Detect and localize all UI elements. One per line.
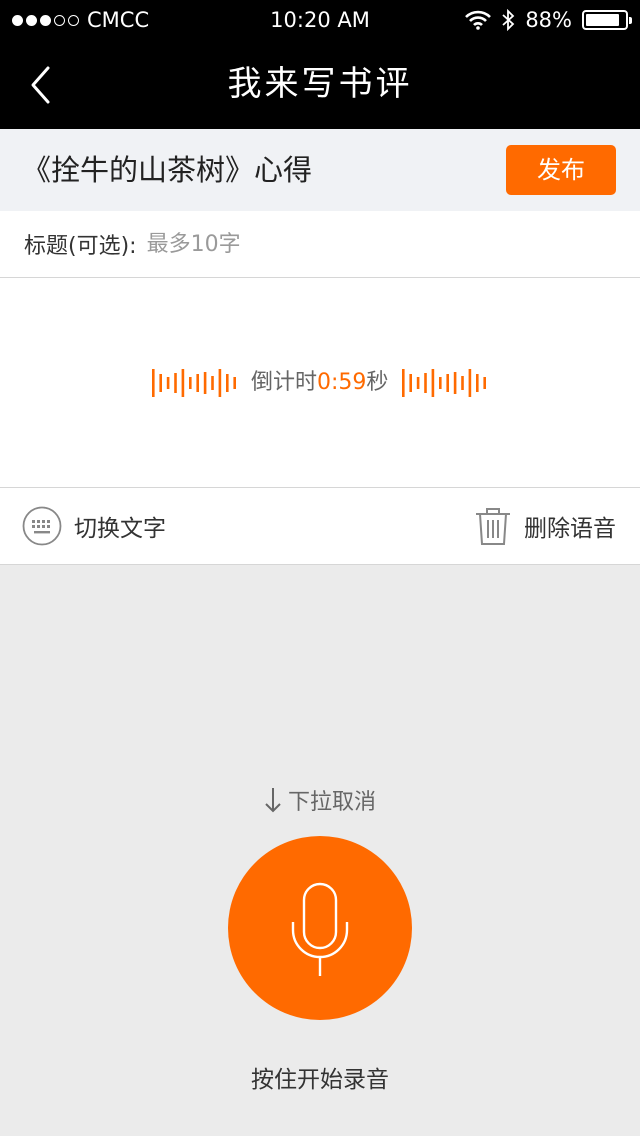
keyboard-icon	[22, 506, 62, 546]
delete-voice-label: 删除语音	[524, 516, 616, 542]
switch-to-text-button[interactable]: 切换文字	[22, 506, 166, 546]
wave-bar	[218, 369, 222, 397]
top-bar: CMCC 10:20 AM 88% 我来写书评	[0, 0, 640, 129]
wave-bar	[431, 369, 435, 397]
countdown-text: 倒计时0:59秒	[251, 368, 388, 398]
wave-bar	[476, 374, 479, 392]
wave-bar	[211, 376, 214, 390]
wave-bar	[483, 377, 486, 389]
write-review-screen: CMCC 10:20 AM 88% 我来写书评 《拴牛的山茶树》心得 发布 标题…	[0, 0, 640, 1136]
pull-to-cancel-label: 下拉取消	[287, 790, 376, 815]
battery-icon	[582, 10, 632, 30]
countdown-suffix: 秒	[366, 370, 389, 395]
hold-to-record-hint: 按住开始录音	[251, 1067, 389, 1093]
pull-to-cancel-hint: 下拉取消	[0, 784, 640, 816]
wave-bar	[174, 373, 177, 393]
wave-bar	[233, 377, 236, 389]
wave-bar	[159, 374, 162, 392]
wave-bar	[439, 377, 442, 389]
switch-to-text-label: 切换文字	[74, 516, 166, 542]
hold-to-record-button[interactable]	[228, 836, 412, 1020]
status-bar: CMCC 10:20 AM 88%	[0, 0, 640, 40]
title-input[interactable]	[144, 230, 549, 258]
wave-bar	[166, 377, 170, 389]
publish-button[interactable]: 发布	[506, 145, 616, 195]
wave-bar	[189, 377, 192, 389]
wave-bar	[424, 373, 427, 393]
recording-status-area: 倒计时0:59秒	[0, 278, 640, 488]
trash-icon	[476, 508, 510, 545]
wave-bar	[196, 374, 199, 392]
battery-percent: 88%	[525, 8, 572, 32]
wave-bar	[203, 372, 207, 394]
wave-bar	[402, 369, 405, 397]
wifi-icon	[465, 10, 492, 30]
bluetooth-icon	[502, 9, 515, 31]
sound-wave-icon	[152, 369, 236, 397]
wave-bar	[152, 369, 155, 397]
wave-bar	[226, 374, 229, 392]
wave-bar	[181, 369, 185, 397]
wave-bar	[409, 374, 412, 392]
page-title: 我来写书评	[227, 64, 413, 104]
title-field-row: 标题(可选):	[0, 211, 640, 278]
countdown-prefix: 倒计时	[251, 370, 318, 395]
wave-bar	[416, 377, 420, 389]
title-field-label: 标题(可选):	[24, 234, 137, 259]
microphone-icon	[291, 882, 349, 976]
wave-bar	[461, 376, 464, 390]
delete-voice-button[interactable]: 删除语音	[474, 506, 616, 546]
countdown-value: 0:59	[317, 370, 367, 395]
sound-wave-icon	[402, 369, 486, 397]
book-header: 《拴牛的山茶树》心得 发布	[0, 129, 640, 211]
arrow-down-icon	[265, 788, 281, 813]
battery-level	[586, 14, 620, 26]
voice-actions-bar: 切换文字 删除语音	[0, 488, 640, 565]
wave-bar	[468, 369, 472, 397]
navigation-bar: 我来写书评	[0, 40, 640, 129]
wave-bar	[453, 372, 457, 394]
book-title: 《拴牛的山茶树》心得	[22, 153, 313, 187]
status-right: 88%	[465, 0, 632, 40]
wave-bar	[446, 374, 449, 392]
